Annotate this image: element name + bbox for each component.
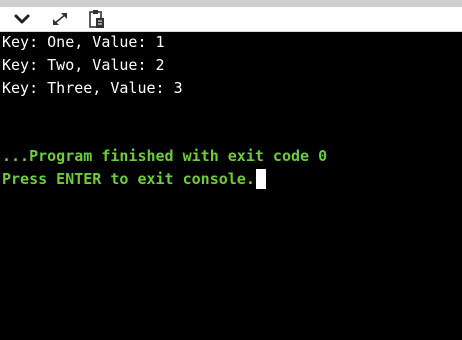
console-toolbar — [0, 7, 462, 32]
output-line: Key: Three, Value: 3 — [2, 79, 183, 97]
exit-code-message: ...Program finished with exit code 0 — [2, 147, 328, 165]
text-cursor — [255, 169, 266, 189]
expand-button[interactable] — [49, 9, 71, 29]
window-top-strip — [0, 0, 462, 7]
output-line: Key: Two, Value: 2 — [2, 56, 165, 74]
output-line: Key: One, Value: 1 — [2, 33, 165, 51]
copy-button[interactable] — [86, 9, 108, 29]
exit-prompt-line: Press ENTER to exit console. — [2, 169, 266, 189]
expand-icon — [50, 10, 70, 28]
exit-prompt-text: Press ENTER to exit console. — [2, 170, 255, 188]
chevron-down-icon — [13, 12, 31, 26]
collapse-button[interactable] — [11, 9, 33, 29]
console-output[interactable]: Key: One, Value: 1 Key: Two, Value: 2 Ke… — [0, 32, 462, 340]
clipboard-icon — [87, 9, 107, 29]
